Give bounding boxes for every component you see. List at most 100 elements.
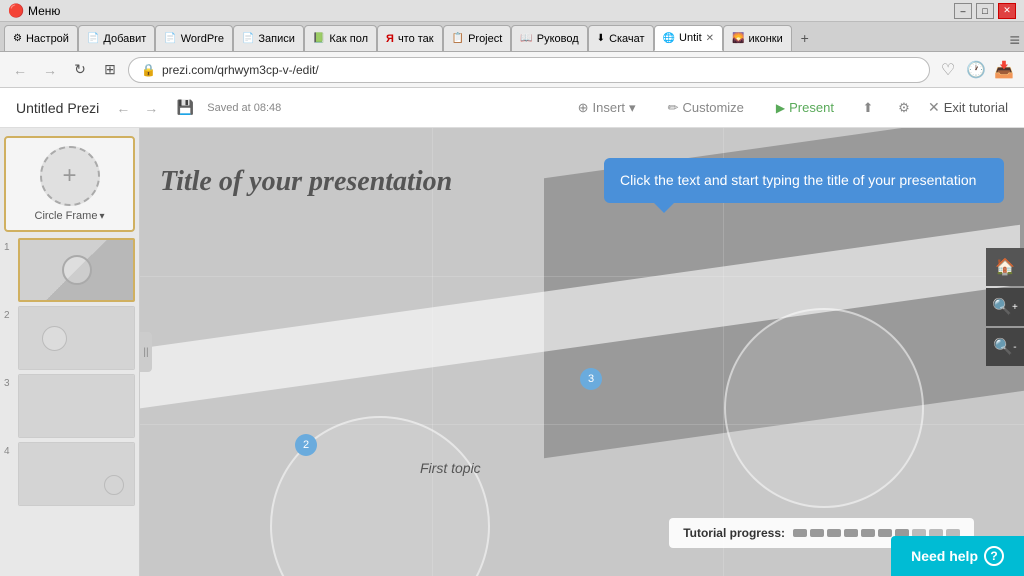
tab-skachat[interactable]: ⬇ Скачат (588, 25, 654, 51)
tab-kak-icon: 📗 (313, 33, 325, 44)
present-icon: ▶ (776, 101, 785, 115)
tab-nastrojki-label: Настрой (26, 33, 69, 45)
slide-thumb-3[interactable] (18, 374, 135, 438)
frame-label-text: Circle Frame (35, 210, 98, 222)
nav-right-controls: ♡ 🕐 📥 (936, 58, 1016, 82)
reload-button[interactable]: ↻ (68, 58, 92, 82)
slide-item-4[interactable]: 4 (4, 442, 135, 506)
sidebar: + Circle Frame ▾ 1 2 (0, 128, 140, 576)
share-button[interactable]: ⬆ (856, 96, 880, 120)
tab-kak[interactable]: 📗 Как пол (304, 25, 377, 51)
progress-seg-5 (861, 529, 875, 537)
tab-ruk-icon: 📖 (520, 33, 532, 44)
window-controls: – □ ✕ (954, 3, 1016, 19)
slide-thumb-2[interactable] (18, 306, 135, 370)
exit-tutorial-label: Exit tutorial (944, 100, 1008, 115)
toolbar-nav: ← → (111, 96, 163, 120)
grid-button[interactable]: ⊞ (98, 58, 122, 82)
need-help-button[interactable]: Need help ? (891, 536, 1024, 576)
settings-button[interactable]: ⚙ (892, 96, 916, 120)
tab-zapisi-label: Записи (258, 33, 295, 45)
address-bar[interactable]: 🔒 prezi.com/qrhwym3cp-v-/edit/ (128, 57, 930, 83)
slide-thumb-4[interactable] (18, 442, 135, 506)
collapse-handle[interactable]: || (140, 332, 152, 372)
restore-button[interactable]: □ (976, 3, 994, 19)
tab-skachat-icon: ⬇ (597, 33, 605, 44)
insert-button[interactable]: ⊕ Insert ▾ (568, 96, 646, 120)
home-button[interactable]: 🏠 (986, 248, 1024, 286)
tab-ruk-label: Руковод (537, 33, 579, 45)
slide-thumb-4-inner (19, 443, 134, 505)
slide-number-3: 3 (4, 378, 18, 389)
collapse-icon: || (143, 347, 148, 358)
tab-ikonki[interactable]: 🌄 иконки (723, 25, 792, 51)
tab-project[interactable]: 📋 Project (443, 25, 512, 51)
slide-thumb-2-inner (19, 307, 134, 369)
progress-seg-6 (878, 529, 892, 537)
tab-zapisi-icon: 📄 (242, 33, 254, 44)
tab-ruk[interactable]: 📖 Руковод (511, 25, 587, 51)
tab-untit-close[interactable]: ✕ (706, 33, 714, 44)
right-toolbar: 🏠 🔍+ 🔍- (986, 248, 1024, 366)
tab-ikonki-icon: 🌄 (732, 33, 744, 44)
tab-add-button[interactable]: + (792, 25, 818, 51)
history-button[interactable]: 🕐 (964, 58, 988, 82)
slide-1-circle (62, 255, 92, 285)
tab-dobavit-icon: 📄 (87, 33, 99, 44)
slide-4-dot (104, 475, 124, 495)
tab-kak-label: Как пол (329, 33, 368, 45)
circle-preview: + (40, 146, 100, 206)
tab-nastrojki-icon: ⚙ (13, 33, 22, 44)
customize-label: Customize (682, 100, 743, 115)
main-area: + Circle Frame ▾ 1 2 (0, 128, 1024, 576)
tab-nastrojki[interactable]: ⚙ Настрой (4, 25, 78, 51)
customize-button[interactable]: ✏ Customize (658, 96, 754, 120)
app-title: Untitled Prezi (16, 100, 99, 116)
back-button[interactable]: ← (8, 58, 32, 82)
save-icon[interactable]: 💾 (175, 98, 195, 118)
slide-item-2[interactable]: 2 (4, 306, 135, 370)
canvas-area[interactable]: Title of your presentation Click the tex… (140, 128, 1024, 576)
tab-zapisi[interactable]: 📄 Записи (233, 25, 304, 51)
browser-icon: 🔴 (8, 3, 24, 19)
tab-chto-icon: Я (386, 33, 394, 45)
slide-thumb-1-inner (20, 240, 133, 300)
minimize-button[interactable]: – (954, 3, 972, 19)
close-button[interactable]: ✕ (998, 3, 1016, 19)
browser-menu-button[interactable]: ≡ (1009, 30, 1020, 51)
tab-untit-icon: 🌐 (663, 33, 675, 44)
address-text: prezi.com/qrhwym3cp-v-/edit/ (162, 63, 917, 77)
saved-text: Saved at 08:48 (207, 102, 281, 114)
tab-chto[interactable]: Я что так (377, 25, 443, 51)
undo-button[interactable]: ← (111, 96, 135, 120)
frame-selector[interactable]: + Circle Frame ▾ (4, 136, 135, 232)
tutorial-progress-label: Tutorial progress: (683, 526, 785, 540)
progress-seg-3 (827, 529, 841, 537)
nav-bar: ← → ↻ ⊞ 🔒 prezi.com/qrhwym3cp-v-/edit/ ♡… (0, 52, 1024, 88)
tab-wordpress-icon: 📄 (164, 33, 176, 44)
badge-3: 3 (580, 368, 602, 390)
tab-wordpress[interactable]: 📄 WordPre (155, 25, 233, 51)
progress-seg-4 (844, 529, 858, 537)
forward-button[interactable]: → (38, 58, 62, 82)
badge-2-text: 2 (303, 439, 309, 451)
zoom-in-button[interactable]: 🔍+ (986, 288, 1024, 326)
exit-x-icon: ✕ (928, 99, 940, 116)
tooltip-text: Click the text and start typing the titl… (620, 172, 976, 188)
title-bar-text: Меню (28, 4, 954, 18)
exit-tutorial-button[interactable]: ✕ Exit tutorial (928, 99, 1008, 116)
tab-dobavit[interactable]: 📄 Добавит (78, 25, 155, 51)
bookmark-button[interactable]: ♡ (936, 58, 960, 82)
present-button[interactable]: ▶ Present (766, 96, 844, 119)
slide-item-3[interactable]: 3 (4, 374, 135, 438)
canvas-title[interactable]: Title of your presentation (160, 166, 452, 198)
first-topic-text[interactable]: First topic (420, 460, 481, 476)
download-button[interactable]: 📥 (992, 58, 1016, 82)
redo-button[interactable]: → (139, 96, 163, 120)
slide-item-1[interactable]: 1 (4, 238, 135, 302)
zoom-out-button[interactable]: 🔍- (986, 328, 1024, 366)
tab-untit[interactable]: 🌐 Untit ✕ (654, 25, 723, 51)
slide-thumb-1[interactable] (18, 238, 135, 302)
help-question-mark: ? (990, 549, 997, 563)
insert-icon: ⊕ (578, 100, 589, 116)
